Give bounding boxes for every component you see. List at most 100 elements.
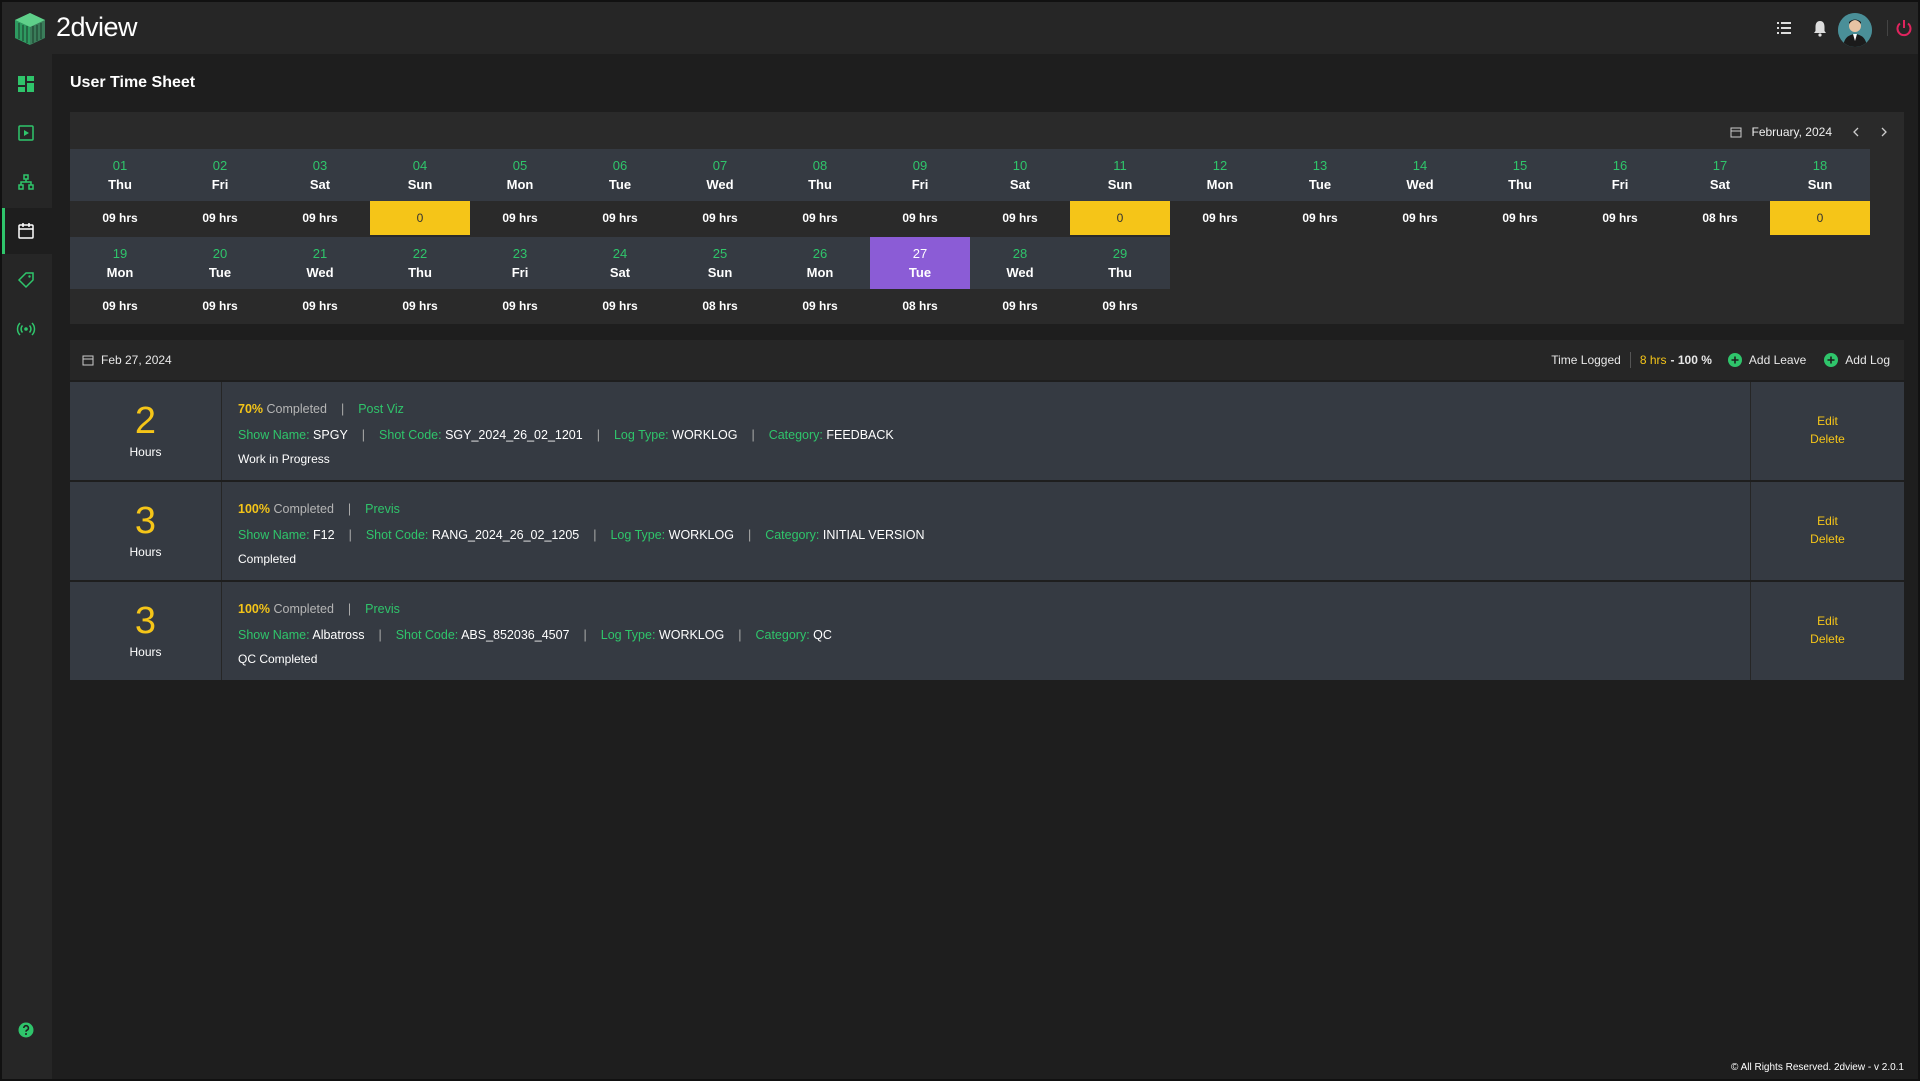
separator: | — [340, 402, 345, 416]
calendar-day-21[interactable]: 21 Wed — [270, 237, 370, 289]
calendar-day-27[interactable]: 27 Tue — [870, 237, 970, 289]
day-name: Thu — [408, 265, 432, 280]
bell-icon[interactable] — [1810, 18, 1830, 38]
delete-button[interactable]: Delete — [1751, 430, 1904, 448]
calendar-small-icon — [82, 355, 94, 366]
day-hours: 09 hrs — [1502, 211, 1538, 225]
calendar-day-25[interactable]: 25 Sun — [670, 237, 770, 289]
add-log-button[interactable]: Add Log — [1824, 353, 1890, 367]
day-name: Sat — [1709, 177, 1731, 192]
edit-button[interactable]: Edit — [1751, 612, 1904, 630]
delete-button[interactable]: Delete — [1751, 530, 1904, 548]
entry-details: 100% Completed | Previs Show Name: Albatros… — [238, 596, 832, 670]
day-number: 05 — [512, 158, 528, 173]
hierarchy-icon[interactable] — [16, 172, 36, 192]
calendar-day-04[interactable]: 04 Sun — [370, 149, 470, 201]
calendar-day-03[interactable]: 03 Sat — [270, 149, 370, 201]
day-hours: 09 hrs — [202, 211, 238, 225]
divider — [1629, 352, 1631, 368]
calendar-day-24[interactable]: 24 Sat — [570, 237, 670, 289]
show-name-value: Albatross — [312, 628, 365, 642]
calendar-day-17[interactable]: 17 Sat — [1670, 149, 1770, 201]
sidebar-active-indicator — [2, 208, 5, 254]
day-name: Sun — [1807, 177, 1833, 192]
separator: | — [583, 628, 587, 642]
calendar-day-18[interactable]: 18 Sun — [1770, 149, 1870, 201]
calendar-day-19[interactable]: 19 Mon — [70, 237, 170, 289]
calendar-day-01[interactable]: 01 Thu — [70, 149, 170, 201]
delete-button[interactable]: Delete — [1751, 630, 1904, 648]
category-label: Category: — [768, 428, 823, 442]
play-box-icon[interactable] — [16, 123, 36, 143]
calendar-day-05[interactable]: 05 Mon — [470, 149, 570, 201]
calendar-day-02[interactable]: 02 Fri — [170, 149, 270, 201]
broadcast-icon[interactable] — [16, 319, 36, 339]
plus-circle-icon — [1727, 353, 1742, 367]
day-name: Fri — [511, 265, 529, 280]
calendar-day-29[interactable]: 29 Thu — [1070, 237, 1170, 289]
edit-button[interactable]: Edit — [1751, 512, 1904, 530]
add-leave-button[interactable]: Add Leave — [1727, 353, 1806, 367]
logo-cube-icon — [15, 13, 45, 45]
day-name: Fri — [1611, 177, 1629, 192]
category-value: FEEDBACK — [826, 428, 894, 442]
shot-code-value: ABS_852036_4507 — [461, 628, 570, 642]
day-name: Sat — [309, 177, 331, 192]
day-hours: 09 hrs — [902, 211, 938, 225]
calendar-day-07[interactable]: 07 Wed — [670, 149, 770, 201]
help-icon[interactable] — [16, 1020, 36, 1040]
entry-percent: 100% — [238, 502, 270, 516]
calendar-day-08[interactable]: 08 Thu — [770, 149, 870, 201]
calendar-icon[interactable] — [16, 221, 36, 241]
calendar-day-28[interactable]: 28 Wed — [970, 237, 1070, 289]
user-avatar[interactable] — [1838, 13, 1872, 47]
shot-code-label: Shot Code: — [395, 628, 459, 642]
category-value: INITIAL VERSION — [822, 528, 925, 542]
entry-hours: 3 — [134, 600, 157, 642]
log-entry: 3 Hours 100% Completed | Previs Show Name: F1… — [70, 482, 1904, 580]
calendar-day-14[interactable]: 14 Wed — [1370, 149, 1470, 201]
power-icon[interactable] — [1894, 18, 1914, 38]
entry-actions: Edit Delete — [1750, 482, 1904, 580]
entry-actions: Edit Delete — [1750, 582, 1904, 680]
calendar-day-12[interactable]: 12 Mon — [1170, 149, 1270, 201]
tag-icon[interactable] — [16, 270, 36, 290]
calendar-day-22[interactable]: 22 Thu — [370, 237, 470, 289]
calendar-day-16[interactable]: 16 Fri — [1570, 149, 1670, 201]
calendar-day-23[interactable]: 23 Fri — [470, 237, 570, 289]
separator: | — [747, 528, 752, 542]
entry-completed-label: Completed — [273, 602, 334, 616]
separator: | — [751, 428, 755, 442]
day-hours: 0 — [1070, 201, 1170, 235]
calendar-day-10[interactable]: 10 Sat — [970, 149, 1070, 201]
day-number: 13 — [1312, 158, 1328, 173]
day-hours: 09 hrs — [802, 211, 838, 225]
calendar-day-09[interactable]: 09 Fri — [870, 149, 970, 201]
day-number: 16 — [1612, 158, 1628, 173]
calendar-day-26[interactable]: 26 Mon — [770, 237, 870, 289]
edit-button[interactable]: Edit — [1751, 412, 1904, 430]
day-number: 20 — [212, 246, 228, 261]
day-number: 14 — [1412, 158, 1428, 173]
day-number: 15 — [1512, 158, 1528, 173]
day-hours: 09 hrs — [1602, 211, 1638, 225]
day-number: 17 — [1712, 158, 1728, 173]
calendar-day-13[interactable]: 13 Tue — [1270, 149, 1370, 201]
calendar-day-06[interactable]: 06 Tue — [570, 149, 670, 201]
calendar-day-15[interactable]: 15 Thu — [1470, 149, 1570, 201]
calendar-day-20[interactable]: 20 Tue — [170, 237, 270, 289]
entry-stage: Previs — [365, 502, 400, 516]
day-number: 07 — [712, 158, 728, 173]
list-menu-icon[interactable] — [1774, 18, 1794, 38]
day-hours: 08 hrs — [702, 299, 738, 313]
day-name: Thu — [808, 177, 832, 192]
calendar-day-11[interactable]: 11 Sun — [1070, 149, 1170, 201]
log-type-label: Log Type: — [600, 628, 656, 642]
entry-percent: 70% — [238, 402, 264, 416]
dashboard-icon[interactable] — [16, 74, 36, 94]
day-number: 21 — [312, 246, 328, 261]
chevron-right-icon[interactable] — [1878, 126, 1890, 138]
day-hours: 09 hrs — [1002, 299, 1038, 313]
day-hours: 09 hrs — [802, 299, 838, 313]
chevron-left-icon[interactable] — [1850, 126, 1862, 138]
